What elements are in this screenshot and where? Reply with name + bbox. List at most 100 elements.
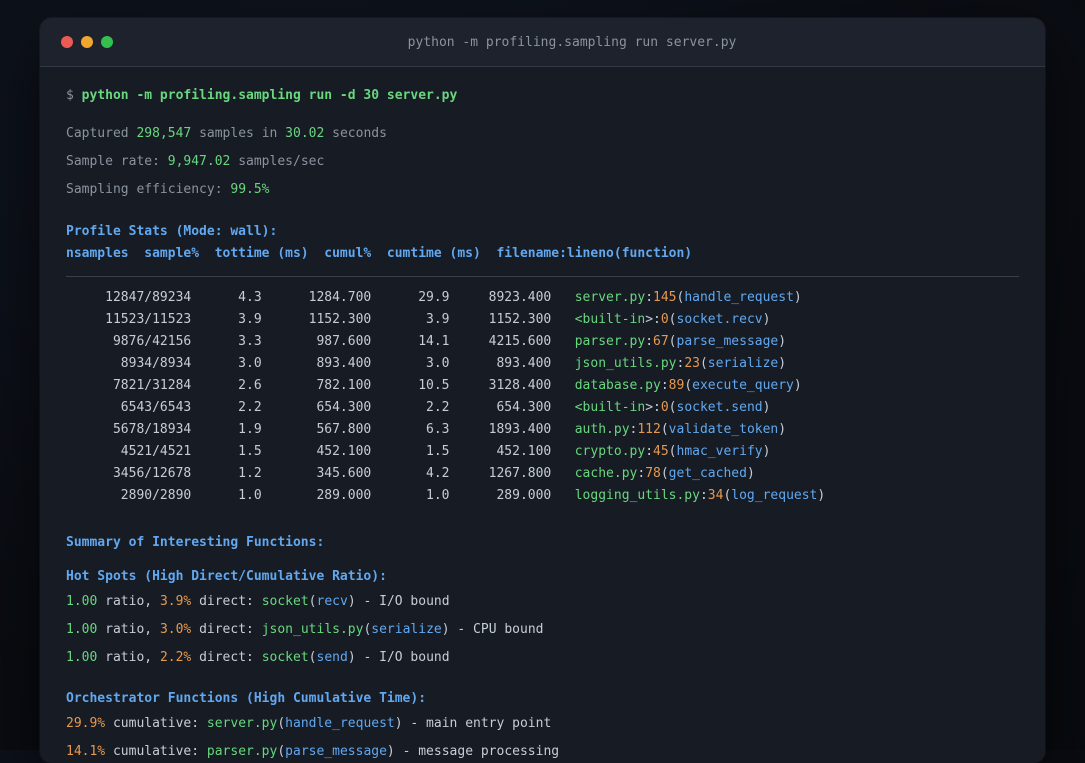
row-numbers: 4521/4521 1.5 452.100 1.5 452.100 [66,444,575,459]
function-name: socket.recv [676,312,763,327]
table-row: 6543/6543 2.2 654.300 2.2 654.300 <built… [66,400,771,415]
orchestrator-line: 14.1% cumulative: parser.py(parse_messag… [66,744,560,759]
function-name: execute_query [692,378,794,393]
profile-stats-heading: Profile Stats (Mode: wall): [66,224,278,239]
filename: auth.py [574,422,630,437]
table-divider [66,276,1019,277]
titlebar: python -m profiling.sampling run server.… [40,18,1045,67]
terminal-output: $ python -m profiling.sampling run -d 30… [40,67,1045,763]
prompt: $ [66,88,82,103]
orchestrators-heading: Orchestrator Functions (High Cumulative … [66,691,427,706]
table-row: 12847/89234 4.3 1284.700 29.9 8923.400 s… [66,290,802,305]
row-numbers: 12847/89234 4.3 1284.700 29.9 8923.400 [66,290,575,305]
filename: database.py [574,378,661,393]
function-name: handle_request [684,290,794,305]
filename: <built-in [574,312,646,327]
line-number: 34 [707,488,724,503]
function-name: socket.send [676,400,763,415]
row-numbers: 5678/18934 1.9 567.800 6.3 1893.400 [66,422,575,437]
close-button[interactable] [61,36,73,48]
command-text: python -m profiling.sampling run -d 30 s… [81,88,458,103]
line-number: 0 [660,312,669,327]
ratio-value: 1.00 [66,650,98,665]
note: - message processing [402,744,560,759]
function-name: parse_message [676,334,779,349]
hotspots-heading: Hot Spots (High Direct/Cumulative Ratio)… [66,569,387,584]
row-numbers: 8934/8934 3.0 893.400 3.0 893.400 [66,356,575,371]
function-name: serialize [707,356,779,371]
function-name: handle_request [285,716,395,731]
function-name: get_cached [668,466,747,481]
window-controls [40,36,113,48]
table-row: 4521/4521 1.5 452.100 1.5 452.100 crypto… [66,444,771,459]
function-name: hmac_verify [676,444,763,459]
target-name: socket [261,594,309,609]
orchestrators-list: 29.9% cumulative: server.py(handle_reque… [66,710,1019,763]
cumulative-percent: 14.1% [66,744,106,759]
filename: json_utils.py [574,356,677,371]
hotspots-list: 1.00 ratio, 3.9% direct: socket(recv) - … [66,588,1019,672]
summary-heading: Summary of Interesting Functions: [66,535,325,550]
stat-line: Captured 298,547 samples in 30.02 second… [66,126,387,141]
orchestrator-line: 29.9% cumulative: server.py(handle_reque… [66,716,552,731]
target-name: json_utils.py [261,622,364,637]
filename: server.py [206,716,278,731]
direct-percent: 2.2% [159,650,192,665]
hotspot-line: 1.00 ratio, 3.0% direct: json_utils.py(s… [66,622,544,637]
table-row: 9876/42156 3.3 987.600 14.1 4215.600 par… [66,334,787,349]
line-number: 45 [653,444,669,459]
terminal-window: python -m profiling.sampling run server.… [40,18,1045,763]
filename: logging_utils.py [574,488,700,503]
row-numbers: 2890/2890 1.0 289.000 1.0 289.000 [66,488,575,503]
ratio-value: 1.00 [66,594,98,609]
filename: parser.py [574,334,646,349]
table-row: 3456/12678 1.2 345.600 4.2 1267.800 cach… [66,466,755,481]
minimize-button[interactable] [81,36,93,48]
direct-percent: 3.0% [159,622,192,637]
line-number: 89 [668,378,685,393]
profile-table: 12847/89234 4.3 1284.700 29.9 8923.400 s… [66,287,1019,507]
filename: server.py [574,290,646,305]
line-number: 23 [684,356,700,371]
filename: <built-in [574,400,646,415]
row-numbers: 6543/6543 2.2 654.300 2.2 654.300 [66,400,575,415]
cumulative-percent: 29.9% [66,716,106,731]
window-title: python -m profiling.sampling run server.… [407,34,737,50]
row-numbers: 3456/12678 1.2 345.600 4.2 1267.800 [66,466,575,481]
table-row: 11523/11523 3.9 1152.300 3.9 1152.300 <b… [66,312,771,327]
note: - I/O bound [363,650,450,665]
function-name: recv [316,594,348,609]
hotspot-line: 1.00 ratio, 3.9% direct: socket(recv) - … [66,594,450,609]
row-numbers: 11523/11523 3.9 1152.300 3.9 1152.300 [66,312,575,327]
function-name: validate_token [668,422,779,437]
function-name: serialize [371,622,442,637]
line-number: 112 [637,422,661,437]
target-name: socket [261,650,309,665]
hotspot-line: 1.00 ratio, 2.2% direct: socket(send) - … [66,650,450,665]
function-name: send [316,650,348,665]
table-row: 7821/31284 2.6 782.100 10.5 3128.400 dat… [66,378,802,393]
stat-line: Sampling efficiency: 99.5% [66,182,270,197]
table-header: nsamples sample% tottime (ms) cumul% cum… [66,246,693,261]
capture-stats: Captured 298,547 samples in 30.02 second… [66,120,1019,204]
function-name: log_request [731,488,818,503]
function-name: parse_message [285,744,387,759]
command-line: $ python -m profiling.sampling run -d 30… [66,85,1019,107]
line-number: 67 [653,334,669,349]
filename: parser.py [206,744,278,759]
note: - main entry point [410,716,552,731]
line-number: 0 [660,400,669,415]
table-row: 8934/8934 3.0 893.400 3.0 893.400 json_u… [66,356,787,371]
stat-line: Sample rate: 9,947.02 samples/sec [66,154,325,169]
maximize-button[interactable] [101,36,113,48]
line-number: 78 [645,466,661,481]
direct-percent: 3.9% [159,594,192,609]
row-numbers: 7821/31284 2.6 782.100 10.5 3128.400 [66,378,575,393]
ratio-value: 1.00 [66,622,98,637]
filename: cache.py [574,466,638,481]
line-number: 145 [653,290,677,305]
filename: crypto.py [574,444,646,459]
row-numbers: 9876/42156 3.3 987.600 14.1 4215.600 [66,334,575,349]
note: - I/O bound [363,594,450,609]
table-row: 5678/18934 1.9 567.800 6.3 1893.400 auth… [66,422,787,437]
